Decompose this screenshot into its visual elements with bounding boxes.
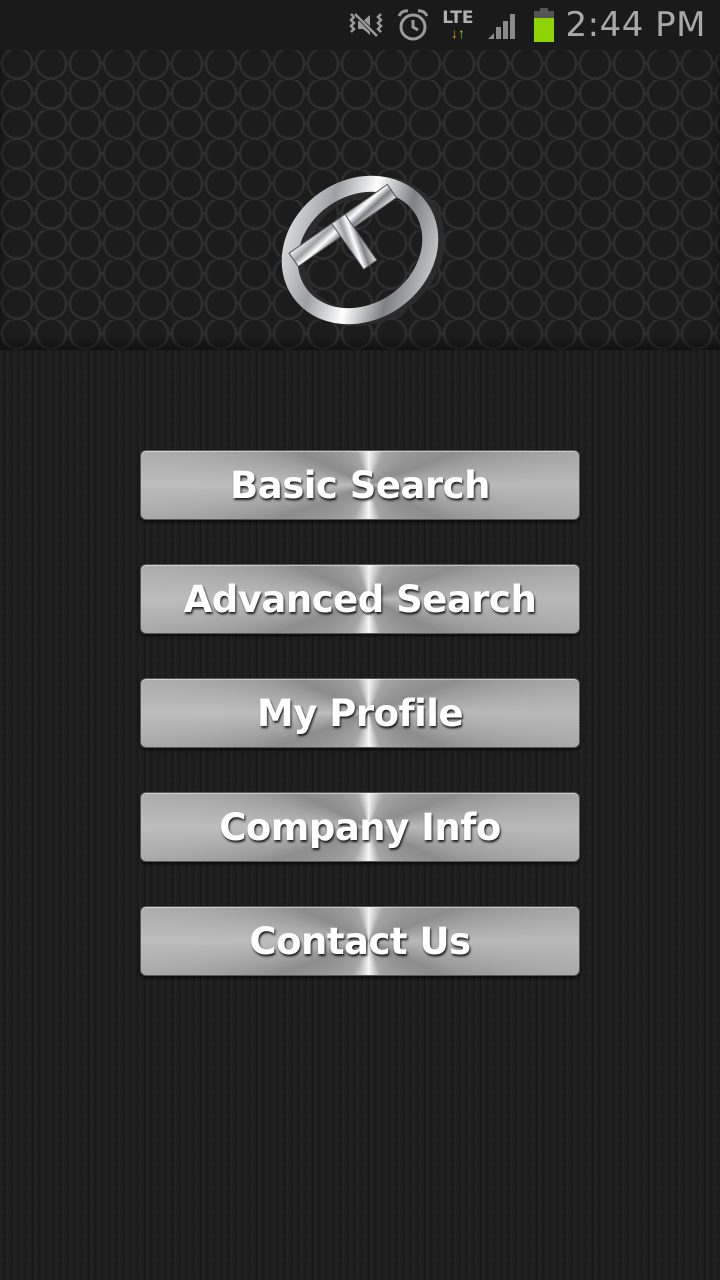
button-label: Company Info bbox=[219, 805, 501, 849]
button-label: My Profile bbox=[256, 691, 464, 735]
clock-time: 2:44 PM bbox=[565, 5, 706, 45]
advanced-search-button[interactable]: Advanced Search bbox=[140, 564, 580, 634]
status-bar: LTE ↓↑ 2:44 PM bbox=[0, 0, 720, 50]
mute-vibrate-icon bbox=[348, 10, 384, 40]
main-menu: Basic Search Advanced Search My Profile … bbox=[140, 450, 580, 1020]
my-profile-button[interactable]: My Profile bbox=[140, 678, 580, 748]
lte-data-icon: LTE ↓↑ bbox=[442, 8, 474, 41]
metallic-circle-logo-icon bbox=[270, 160, 450, 340]
company-info-button[interactable]: Company Info bbox=[140, 792, 580, 862]
button-label: Basic Search bbox=[230, 463, 490, 507]
contact-us-button[interactable]: Contact Us bbox=[140, 906, 580, 976]
header-banner bbox=[0, 50, 720, 350]
battery-icon bbox=[532, 7, 556, 43]
basic-search-button[interactable]: Basic Search bbox=[140, 450, 580, 520]
alarm-icon bbox=[396, 8, 430, 42]
signal-strength-icon bbox=[486, 9, 520, 41]
button-label: Contact Us bbox=[249, 919, 471, 963]
button-label: Advanced Search bbox=[183, 577, 537, 621]
